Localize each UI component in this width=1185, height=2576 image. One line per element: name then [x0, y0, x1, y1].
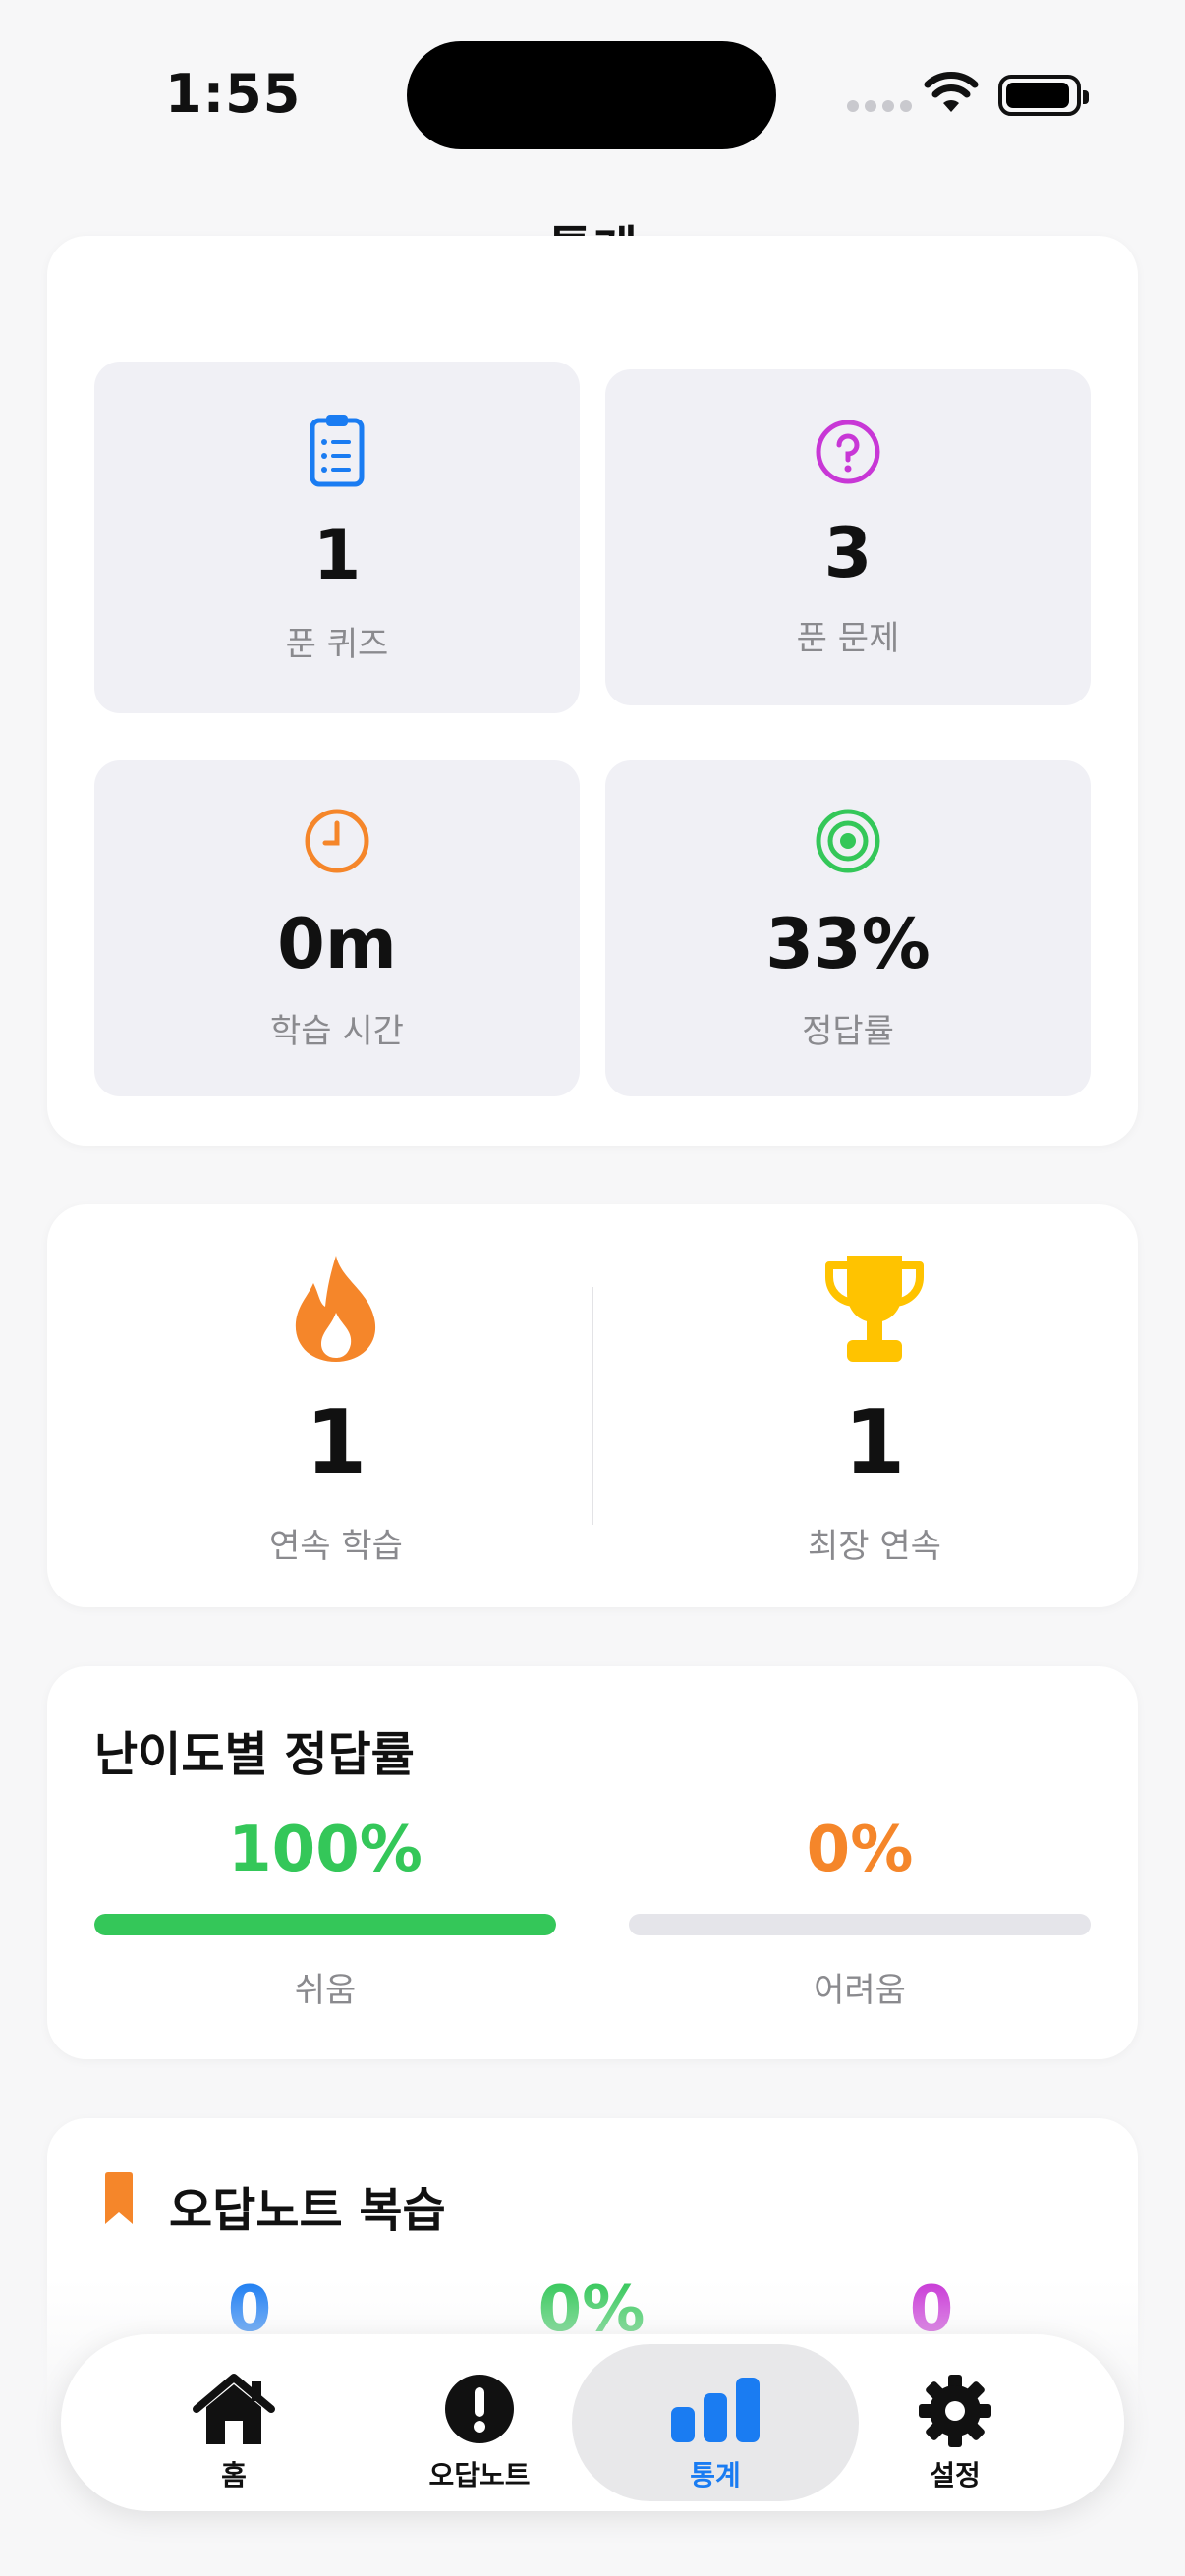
bookmark-icon: [105, 2172, 133, 2224]
clipboard-list-icon: [310, 415, 365, 487]
questions-tile: 3 푼 문제: [605, 369, 1091, 705]
best-streak-label: 최장 연속: [808, 1527, 941, 1566]
study-time-value: 0m: [277, 904, 397, 984]
streak-divider: [592, 1287, 593, 1525]
target-icon: [816, 809, 880, 873]
streak-card: 1 연속 학습 1 최장 연속: [47, 1204, 1138, 1607]
tab-bar: 홈 오답노트 통계 설정: [61, 2334, 1124, 2511]
overview-card: 1 푼 퀴즈 3 푼 문제 0m 학습 시간 33% 정답률: [47, 236, 1138, 1146]
current-streak: 1 연속 학습: [81, 1204, 592, 1607]
study-time-label: 학습 시간: [270, 1012, 404, 1051]
bar-chart-icon: [671, 2378, 760, 2442]
status-time: 1:55: [165, 63, 302, 125]
clock-icon: [305, 809, 369, 873]
question-circle-icon: [816, 420, 880, 484]
cellular-signal-icon: [847, 100, 912, 112]
easy-percent: 100%: [228, 1814, 423, 1886]
hard-label: 어려움: [814, 1971, 906, 2010]
questions-label: 푼 문제: [796, 619, 900, 658]
difficulty-hard: 0% 어려움: [629, 1814, 1091, 2011]
easy-label: 쉬움: [294, 1971, 357, 2010]
easy-progress-bar: [94, 1914, 556, 1935]
current-streak-label: 연속 학습: [269, 1527, 403, 1566]
difficulty-easy: 100% 쉬움: [94, 1814, 556, 2011]
study-time-tile: 0m 학습 시간: [94, 760, 580, 1096]
review-title: 오답노트 복습: [169, 2183, 446, 2238]
trophy-icon: [825, 1256, 924, 1362]
dynamic-island: [407, 41, 776, 149]
tab-home[interactable]: 홈: [90, 2344, 377, 2501]
easy-progress-fill: [94, 1914, 556, 1935]
difficulty-title: 난이도별 정답률: [94, 1727, 415, 1782]
tab-settings[interactable]: 설정: [812, 2344, 1099, 2501]
accuracy-value: 33%: [765, 904, 931, 984]
status-bar: 1:55: [0, 0, 1185, 187]
quizzes-tile: 1 푼 퀴즈: [94, 362, 580, 713]
exclamation-circle-icon: [445, 2375, 514, 2443]
difficulty-card: 난이도별 정답률 100% 쉬움 0% 어려움: [47, 1666, 1138, 2059]
flame-icon: [295, 1256, 376, 1362]
quizzes-value: 1: [312, 515, 362, 595]
tab-settings-label: 설정: [930, 2459, 981, 2492]
quizzes-label: 푼 퀴즈: [285, 625, 389, 664]
gear-icon: [919, 2375, 991, 2447]
current-streak-value: 1: [305, 1391, 367, 1494]
questions-value: 3: [823, 513, 873, 593]
battery-icon: [998, 75, 1089, 116]
accuracy-label: 정답률: [802, 1012, 894, 1051]
house-icon: [193, 2374, 275, 2444]
best-streak-value: 1: [843, 1391, 906, 1494]
tab-home-label: 홈: [221, 2459, 247, 2492]
accuracy-tile: 33% 정답률: [605, 760, 1091, 1096]
best-streak: 1 최장 연속: [619, 1204, 1130, 1607]
hard-progress-bar: [629, 1914, 1091, 1935]
hard-percent: 0%: [806, 1814, 914, 1886]
wifi-icon: [924, 72, 979, 112]
